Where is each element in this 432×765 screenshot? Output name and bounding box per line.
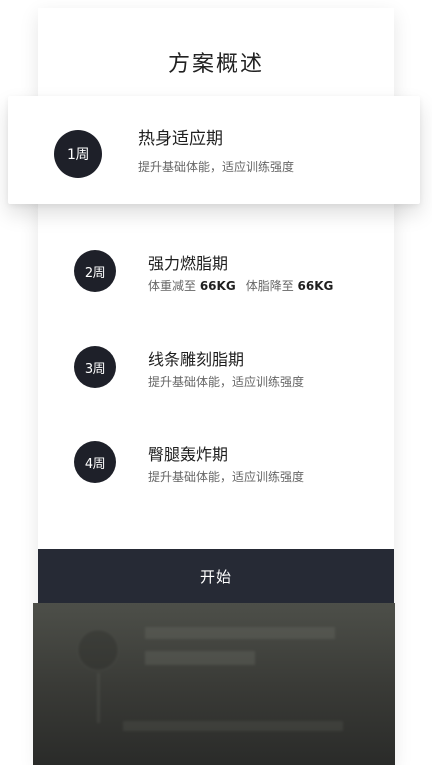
plan-overview-screen: 方案概述 1周 热身适应期 提升基础体能，适应训练强度 2周 强力燃脂期 体重减… (0, 0, 432, 765)
week-description: 提升基础体能，适应训练强度 (148, 375, 305, 389)
weight-label: 体重减至 (148, 279, 200, 293)
blurred-text-line (145, 651, 255, 665)
week-description: 提升基础体能，适应训练强度 (148, 470, 305, 484)
blurred-badge (77, 629, 119, 671)
blurred-content (33, 603, 395, 765)
blurred-shape (97, 673, 100, 723)
week-badge: 2周 (74, 250, 116, 292)
weight-value: 66KG (199, 279, 236, 293)
start-button[interactable]: 开始 (38, 549, 394, 603)
week-badge: 4周 (74, 441, 116, 483)
week-title: 热身适应期 (138, 129, 223, 149)
blurred-preview-overlay (33, 603, 395, 765)
bodyfat-label: 体脂降至 (245, 279, 298, 293)
blurred-text-line (145, 627, 335, 639)
blurred-shape (123, 721, 343, 731)
week-title: 臀腿轰炸期 (148, 445, 229, 464)
week-badge: 1周 (54, 130, 102, 178)
week-title: 强力燃脂期 (148, 254, 229, 273)
week-description: 提升基础体能，适应训练强度 (138, 160, 295, 174)
week-item-1[interactable]: 1周 热身适应期 提升基础体能，适应训练强度 (8, 96, 420, 204)
week-badge: 3周 (74, 346, 116, 388)
page-title: 方案概述 (167, 52, 264, 77)
bodyfat-value: 66KG (297, 279, 334, 293)
week-description: 体重减至 66KG 体脂降至 66KG (148, 277, 333, 294)
week-title: 线条雕刻脂期 (148, 350, 245, 369)
